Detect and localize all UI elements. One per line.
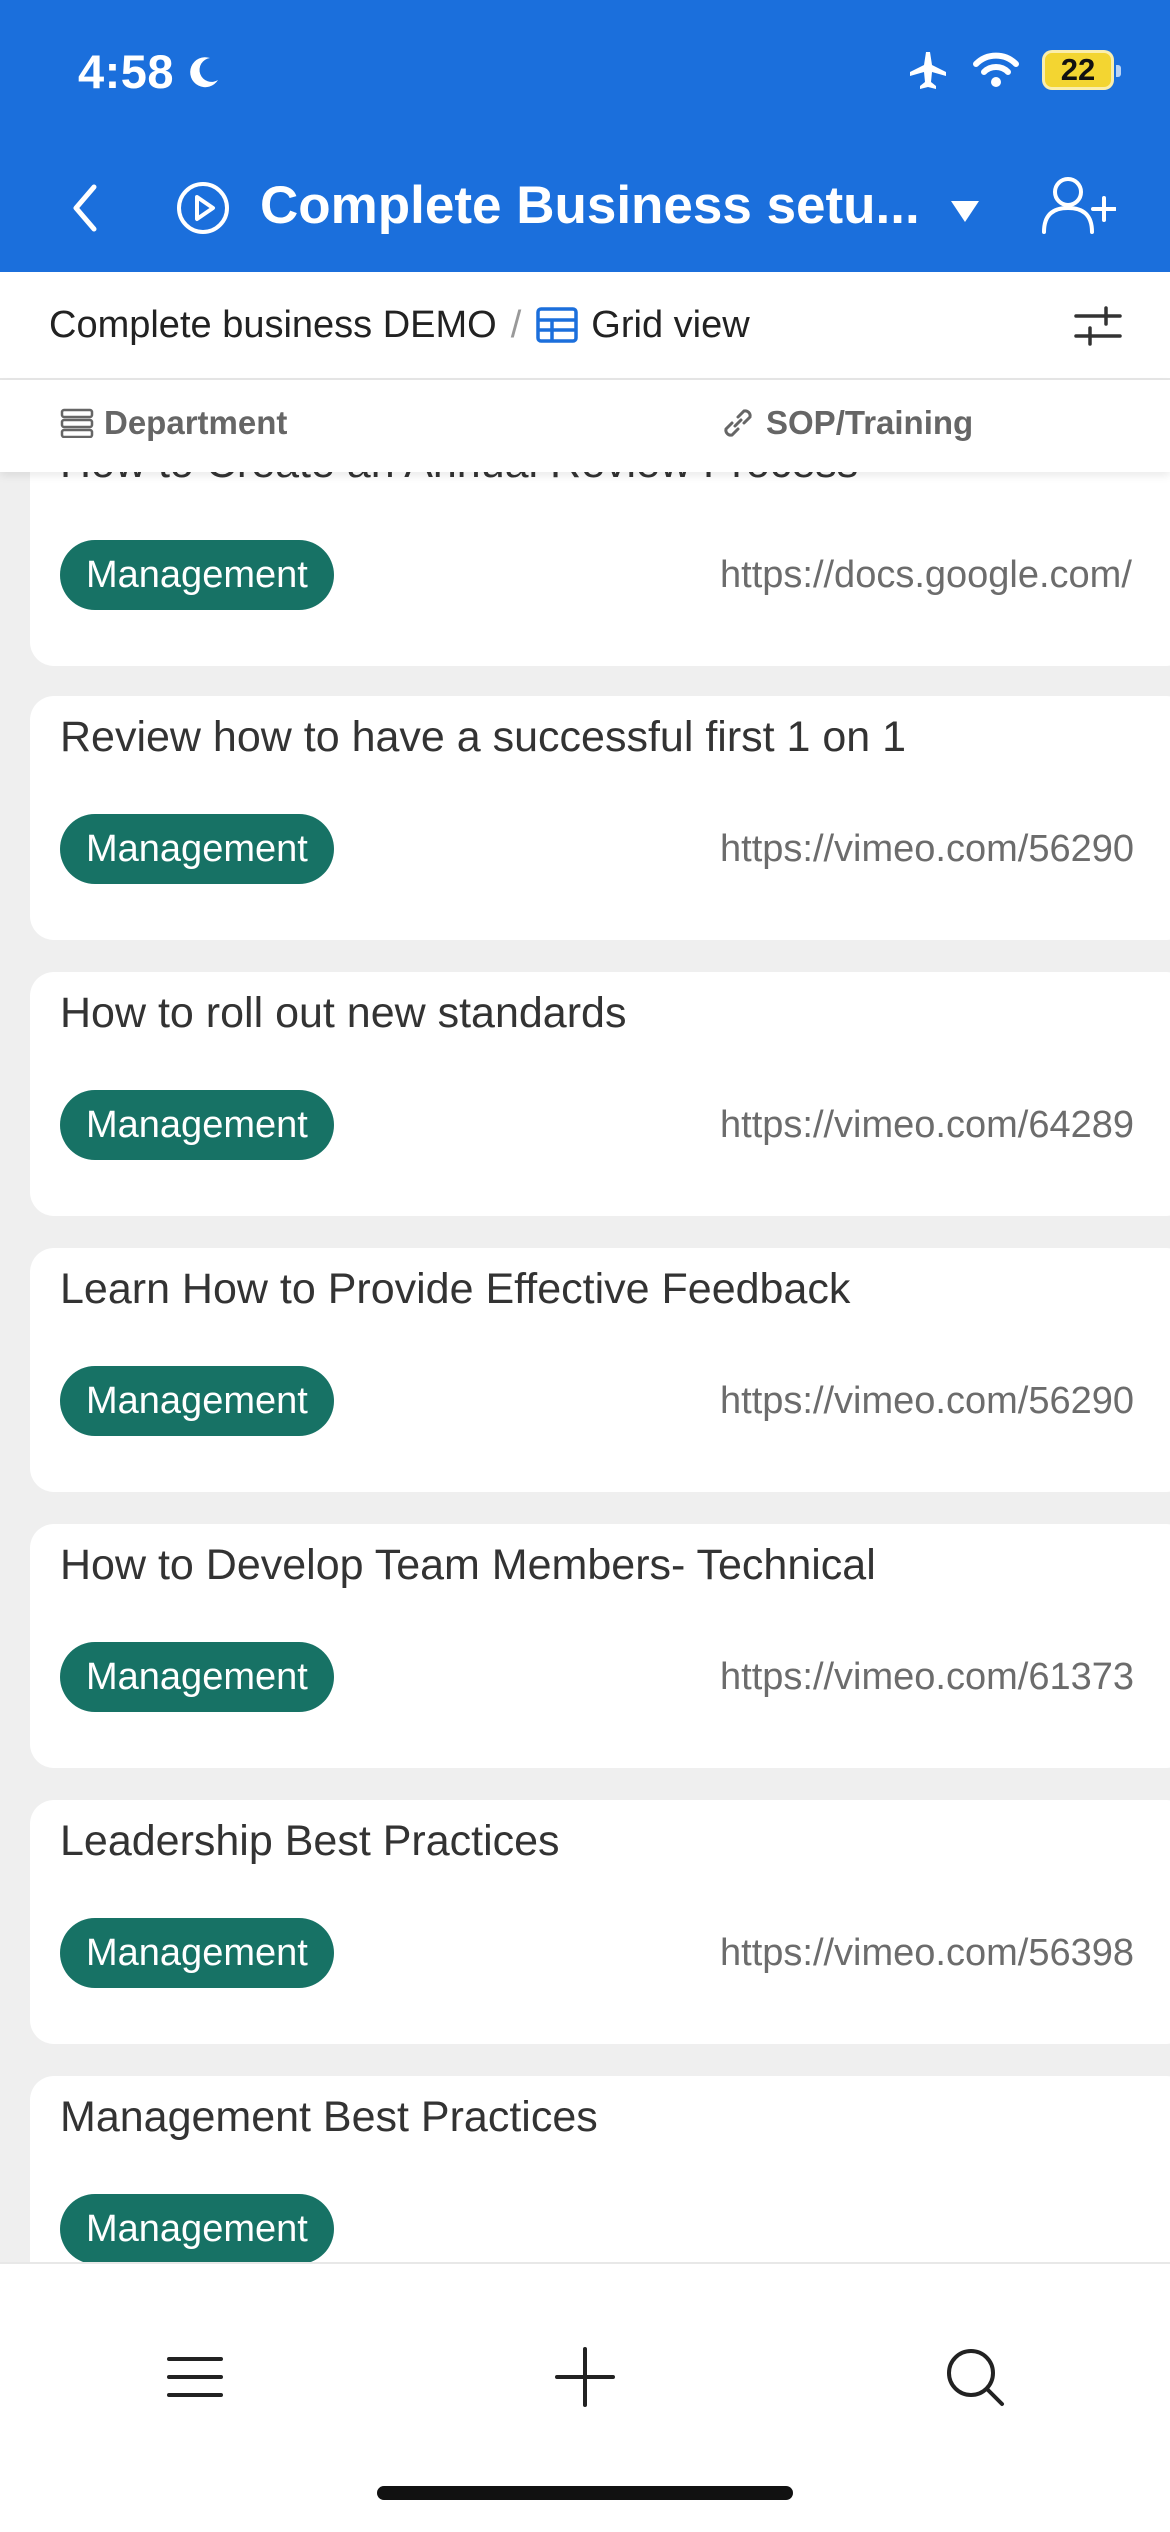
sop-link[interactable]: https://vimeo.com/56398 xyxy=(720,1924,1134,1982)
record-title: How to roll out new standards xyxy=(60,989,627,1037)
record-card[interactable]: Learn How to Provide Effective Feedback … xyxy=(30,1248,1170,1492)
select-field-icon xyxy=(60,408,94,438)
column-header: Department SOP/Training xyxy=(0,380,1170,472)
record-list: How to Create an Annual Review Process M… xyxy=(0,472,1170,2262)
navigation-bar: Complete Business setu... xyxy=(0,150,1170,272)
record-card[interactable]: Management Best Practices Management xyxy=(30,2076,1170,2262)
department-tag: Management xyxy=(60,1090,334,1160)
column-sop-label: SOP/Training xyxy=(766,404,974,441)
record-card[interactable]: Leadership Best Practices Management htt… xyxy=(30,1800,1170,2044)
battery-level: 22 xyxy=(1060,52,1096,87)
status-time: 4:58 xyxy=(78,44,224,99)
add-user-icon[interactable] xyxy=(1040,174,1116,238)
time-label: 4:58 xyxy=(78,45,175,98)
home-indicator[interactable] xyxy=(377,2486,793,2500)
department-tag: Management xyxy=(60,1642,334,1712)
menu-button[interactable] xyxy=(160,2342,230,2412)
filter-settings-icon[interactable] xyxy=(1072,302,1124,350)
record-title: How to Develop Team Members- Technical xyxy=(60,1541,876,1589)
sop-link[interactable]: https://vimeo.com/61373 xyxy=(720,1648,1134,1706)
app-header: 4:58 22 Complete Business setu... xyxy=(0,0,1170,272)
record-card[interactable]: Review how to have a successful first 1 … xyxy=(30,696,1170,940)
department-tag: Management xyxy=(60,540,334,610)
battery-icon: 22 xyxy=(1042,50,1121,90)
back-chevron-icon xyxy=(73,184,97,232)
back-button[interactable] xyxy=(60,178,110,238)
record-title: Learn How to Provide Effective Feedback xyxy=(60,1265,851,1313)
plus-icon xyxy=(555,2347,615,2407)
column-department[interactable]: Department xyxy=(60,404,287,442)
record-title: Review how to have a successful first 1 … xyxy=(60,713,907,761)
department-tag: Management xyxy=(60,1918,334,1988)
record-title: How to Create an Annual Review Process xyxy=(60,472,858,498)
grid-view-icon xyxy=(536,307,579,343)
view-bar: Complete business DEMO / Grid view xyxy=(0,272,1170,380)
breadcrumb-base[interactable]: Complete business DEMO xyxy=(49,304,497,347)
breadcrumb-view[interactable]: Grid view xyxy=(591,304,749,347)
breadcrumb-separator: / xyxy=(510,303,522,346)
play-circle-icon[interactable] xyxy=(175,180,231,236)
link-icon xyxy=(724,409,752,437)
sop-link[interactable]: https://vimeo.com/56290 xyxy=(720,1372,1134,1430)
search-icon xyxy=(947,2349,1004,2406)
record-card[interactable]: How to roll out new standards Management… xyxy=(30,972,1170,1216)
sop-link[interactable]: https://vimeo.com/64289 xyxy=(720,1096,1134,1154)
sop-link[interactable]: https://vimeo.com/56290 xyxy=(720,820,1134,878)
department-tag: Management xyxy=(60,2194,334,2262)
record-card[interactable]: How to Create an Annual Review Process M… xyxy=(30,472,1170,666)
record-card[interactable]: How to Develop Team Members- Technical M… xyxy=(30,1524,1170,1768)
record-title: Management Best Practices xyxy=(60,2093,598,2141)
department-tag: Management xyxy=(60,814,334,884)
sop-link[interactable]: https://docs.google.com/ xyxy=(720,546,1132,604)
search-button[interactable] xyxy=(940,2342,1010,2412)
base-title[interactable]: Complete Business setu... xyxy=(260,174,920,238)
column-department-label: Department xyxy=(104,404,288,441)
moon-icon xyxy=(190,56,219,87)
status-bar: 4:58 22 xyxy=(0,0,1170,150)
add-record-button[interactable] xyxy=(550,2342,620,2412)
bottom-toolbar xyxy=(0,2262,1170,2532)
airplane-icon xyxy=(910,52,946,89)
caret-down-icon[interactable] xyxy=(948,196,982,226)
wifi-icon xyxy=(973,52,1019,87)
column-sop[interactable]: SOP/Training xyxy=(720,404,973,442)
department-tag: Management xyxy=(60,1366,334,1436)
record-title: Leadership Best Practices xyxy=(60,1817,560,1865)
status-icons: 22 xyxy=(906,48,1121,92)
menu-icon xyxy=(167,2357,223,2397)
